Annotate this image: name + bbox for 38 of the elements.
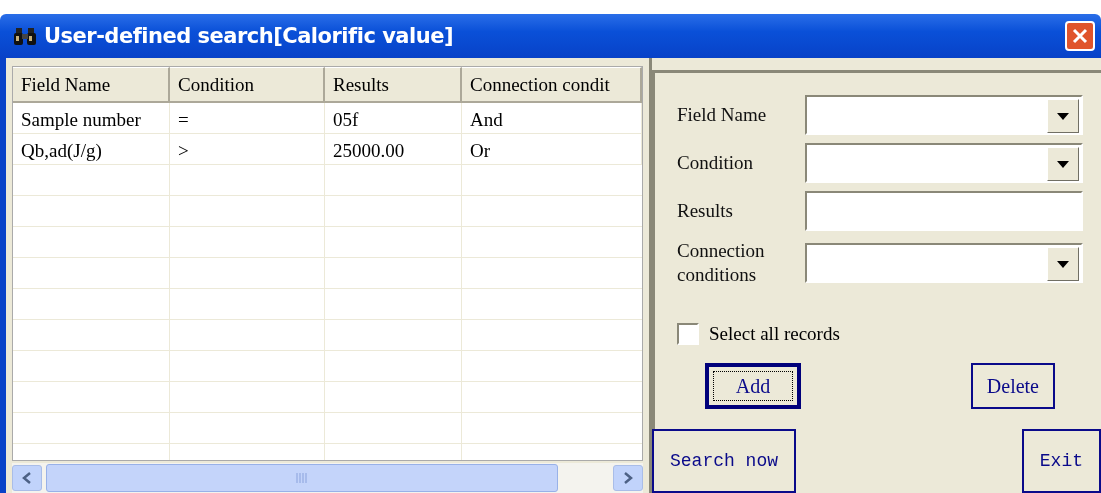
search-button[interactable]: Search now [652,429,797,493]
table-cell: And [462,103,642,134]
scroll-left-button[interactable] [12,465,42,491]
table-cell: 25000.00 [325,134,462,165]
scrollbar-thumb[interactable] [46,464,558,492]
table-cell: Or [462,134,642,165]
checkbox[interactable] [677,323,699,345]
table-cell: = [170,103,325,134]
field-label: Condition [677,151,754,175]
column-header[interactable]: Condition [170,67,325,103]
close-icon [1071,27,1089,45]
field-label: Connection conditions [677,239,766,287]
checkbox-label: Select all records [709,323,840,345]
dropdown-field[interactable] [805,143,1083,183]
column-header[interactable]: Results [325,67,462,103]
column-header[interactable]: Connection condit [462,67,642,103]
delete-button[interactable]: Delete [970,363,1055,409]
close-button[interactable] [1065,21,1095,51]
dropdown-field[interactable] [805,243,1083,283]
table-cell: > [170,134,325,165]
binoculars-icon [14,26,36,46]
table-cell: Sample number [13,103,170,134]
horizontal-scrollbar[interactable] [12,463,643,493]
exit-button[interactable]: Exit [1021,429,1101,493]
input-field[interactable] [805,191,1083,231]
dropdown-arrow-icon [1057,160,1069,168]
column-header[interactable]: Field Name [13,67,170,103]
window-title: User-defined search[Calorific value] [44,24,453,48]
table-cell: 05f [325,103,462,134]
table-cell: Qb,ad(J/g) [13,134,170,165]
add-button[interactable]: Add [705,363,801,409]
field-label: Results [677,199,734,223]
field-label: Field Name [677,103,768,127]
dropdown-arrow-icon [1057,112,1069,120]
dropdown-field[interactable] [805,95,1083,135]
dropdown-arrow-icon [1057,260,1069,268]
grip-icon [296,473,308,483]
scroll-right-button[interactable] [613,465,643,491]
